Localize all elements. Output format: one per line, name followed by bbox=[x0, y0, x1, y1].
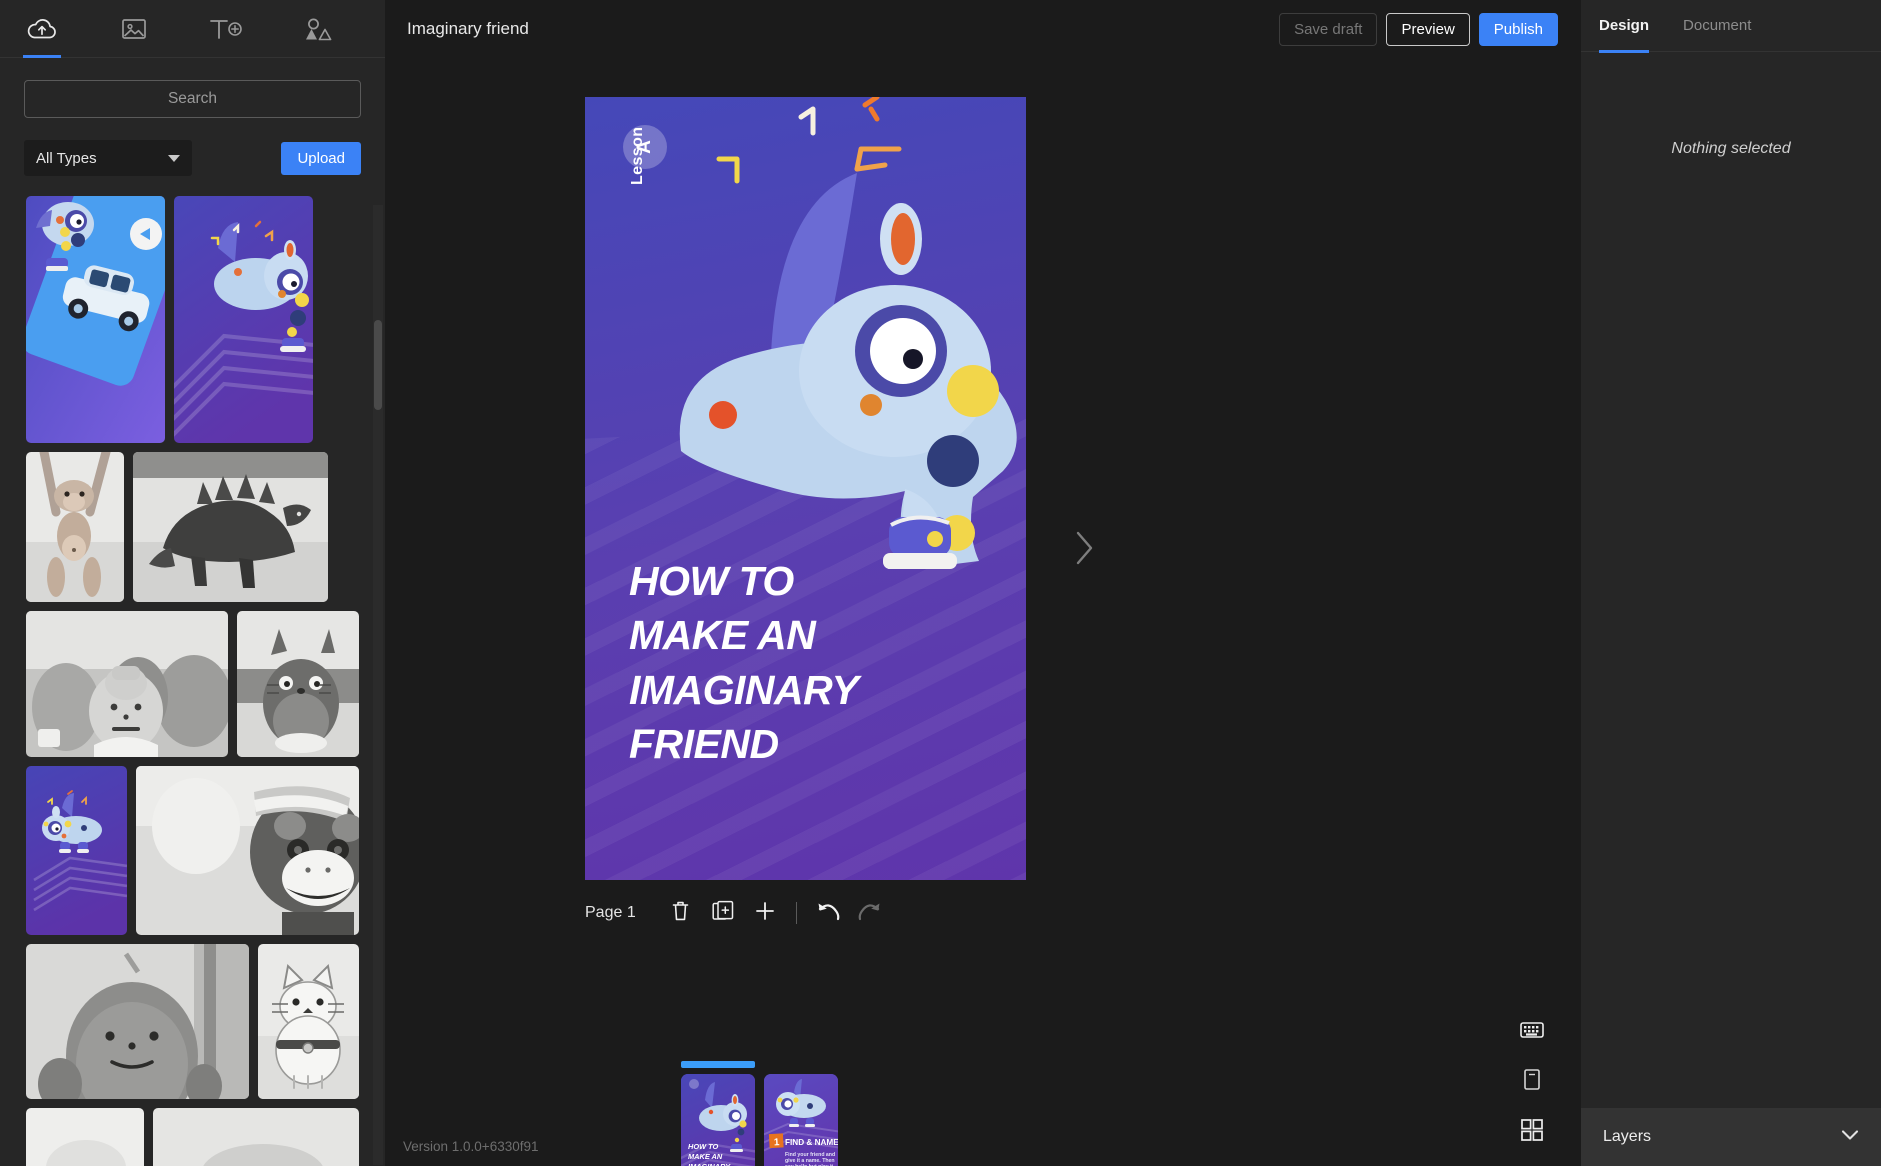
topbar-actions: Save draft Preview Publish bbox=[1279, 13, 1558, 46]
page-toolbar: Page 1 bbox=[585, 892, 891, 934]
tool-tabs bbox=[0, 0, 385, 58]
page-thumb-2[interactable]: 1 FIND & NAME Find your friend and give … bbox=[764, 1061, 838, 1166]
page-thumbnail-image: 1 FIND & NAME Find your friend and give … bbox=[764, 1074, 838, 1166]
keyboard-shortcuts-icon bbox=[1520, 1021, 1544, 1044]
version-label: Version 1.0.0+6330f91 bbox=[403, 1139, 539, 1154]
properties-panel: Design Document Nothing selected Layers bbox=[1580, 0, 1881, 1166]
media-thumb-rhino-illustration[interactable] bbox=[174, 196, 313, 443]
page-strip: HOW TO MAKE AN IMAGINARY FRIEND bbox=[681, 1061, 838, 1166]
tool-tab-upload[interactable] bbox=[14, 1, 70, 57]
app-root: All Types Upload bbox=[0, 0, 1881, 1166]
page-thumb-1[interactable]: HOW TO MAKE AN IMAGINARY FRIEND bbox=[681, 1061, 755, 1166]
empty-state-message: Nothing selected bbox=[1581, 140, 1881, 158]
grid-view-button[interactable] bbox=[1518, 1118, 1546, 1146]
media-row bbox=[26, 766, 359, 935]
upload-button[interactable]: Upload bbox=[281, 142, 361, 175]
editor-topbar: Imaginary friend Save draft Preview Publ… bbox=[385, 0, 1580, 58]
properties-tabs: Design Document bbox=[1581, 0, 1881, 52]
poster-title-line: IMAGINARY bbox=[629, 663, 858, 718]
save-draft-button[interactable]: Save draft bbox=[1279, 13, 1377, 46]
redo-icon bbox=[858, 901, 882, 926]
svg-text:FIND & NAME: FIND & NAME bbox=[785, 1138, 838, 1147]
single-page-view-button[interactable] bbox=[1518, 1068, 1546, 1096]
canvas-area: A Lesson bbox=[385, 58, 1580, 1166]
image-icon bbox=[121, 17, 147, 41]
svg-text:MAKE AN: MAKE AN bbox=[688, 1152, 723, 1161]
page-selected-indicator bbox=[681, 1061, 755, 1068]
single-page-view-icon bbox=[1524, 1069, 1540, 1095]
svg-text:1: 1 bbox=[774, 1137, 781, 1148]
svg-text:HOW TO: HOW TO bbox=[688, 1142, 718, 1151]
media-thumb-plush-blob[interactable] bbox=[26, 944, 249, 1099]
add-page-button[interactable] bbox=[744, 892, 786, 934]
media-thumb-cat-figurine[interactable] bbox=[258, 944, 359, 1099]
poster-canvas[interactable]: A Lesson bbox=[585, 97, 1026, 880]
type-filter-select[interactable]: All Types bbox=[24, 140, 192, 176]
chevron-down-icon bbox=[168, 155, 180, 162]
page-thumbnail-image: HOW TO MAKE AN IMAGINARY FRIEND bbox=[681, 1074, 755, 1166]
delete-page-button[interactable] bbox=[660, 892, 702, 934]
media-scrollbar-track[interactable] bbox=[373, 205, 383, 1165]
toolbar-divider bbox=[796, 902, 797, 924]
duplicate-icon bbox=[712, 900, 734, 927]
plus-icon bbox=[754, 900, 776, 927]
media-scrollbar-thumb[interactable] bbox=[374, 320, 382, 410]
publish-button[interactable]: Publish bbox=[1479, 13, 1558, 46]
tool-tab-shapes[interactable] bbox=[290, 1, 346, 57]
media-row bbox=[26, 196, 359, 443]
chevron-down-icon bbox=[1841, 1128, 1859, 1146]
next-page-button[interactable] bbox=[1065, 520, 1105, 580]
media-thumb-toy-crowd[interactable] bbox=[26, 611, 228, 757]
duplicate-page-button[interactable] bbox=[702, 892, 744, 934]
media-thumb-partial-a[interactable] bbox=[26, 1108, 144, 1166]
search-input[interactable] bbox=[24, 80, 361, 118]
media-thumb-car-illustration[interactable] bbox=[26, 196, 165, 443]
tool-tab-text[interactable] bbox=[198, 1, 254, 57]
media-thumb-stegosaurus[interactable] bbox=[133, 452, 328, 602]
chevron-right-icon bbox=[1075, 530, 1095, 571]
grid-view-icon bbox=[1521, 1119, 1543, 1146]
media-grid-scroll[interactable] bbox=[0, 196, 385, 1166]
media-thumb-sock-monkey[interactable] bbox=[136, 766, 359, 935]
view-controls bbox=[1518, 1018, 1546, 1146]
trash-icon bbox=[671, 900, 690, 927]
tab-design[interactable]: Design bbox=[1599, 0, 1649, 52]
poster-title-line: HOW TO bbox=[629, 554, 858, 609]
page-number-label: Page 1 bbox=[585, 904, 636, 922]
search-container bbox=[0, 58, 385, 118]
media-library-panel: All Types Upload bbox=[0, 0, 385, 1166]
poster-title: HOW TO MAKE AN IMAGINARY FRIEND bbox=[629, 554, 858, 772]
layers-panel-header[interactable]: Layers bbox=[1581, 1108, 1881, 1166]
type-filter-value: All Types bbox=[36, 150, 97, 167]
filter-row: All Types Upload bbox=[0, 118, 385, 176]
tab-document[interactable]: Document bbox=[1683, 0, 1751, 52]
media-row bbox=[26, 1108, 359, 1166]
media-thumb-totoro[interactable] bbox=[237, 611, 359, 757]
redo-button[interactable] bbox=[849, 892, 891, 934]
tool-tab-images[interactable] bbox=[106, 1, 162, 57]
media-grid bbox=[26, 196, 359, 1166]
text-add-icon bbox=[208, 17, 244, 41]
undo-button[interactable] bbox=[807, 892, 849, 934]
media-thumb-partial-b[interactable] bbox=[153, 1108, 359, 1166]
layers-title: Layers bbox=[1603, 1128, 1651, 1146]
svg-text:IMAGINARY: IMAGINARY bbox=[688, 1162, 731, 1166]
shapes-icon bbox=[303, 17, 333, 41]
media-thumb-rhino-small[interactable] bbox=[26, 766, 127, 935]
keyboard-shortcuts-button[interactable] bbox=[1518, 1018, 1546, 1046]
media-row bbox=[26, 452, 359, 602]
media-thumb-wooden-monkey[interactable] bbox=[26, 452, 124, 602]
media-row bbox=[26, 611, 359, 757]
upload-cloud-icon bbox=[27, 16, 57, 42]
editor-center: Imaginary friend Save draft Preview Publ… bbox=[385, 0, 1580, 1166]
media-row bbox=[26, 944, 359, 1099]
poster-title-line: MAKE AN bbox=[629, 608, 858, 663]
undo-icon bbox=[816, 901, 840, 926]
poster-title-line: FRIEND bbox=[629, 717, 858, 772]
document-title[interactable]: Imaginary friend bbox=[407, 19, 529, 39]
preview-button[interactable]: Preview bbox=[1386, 13, 1469, 46]
